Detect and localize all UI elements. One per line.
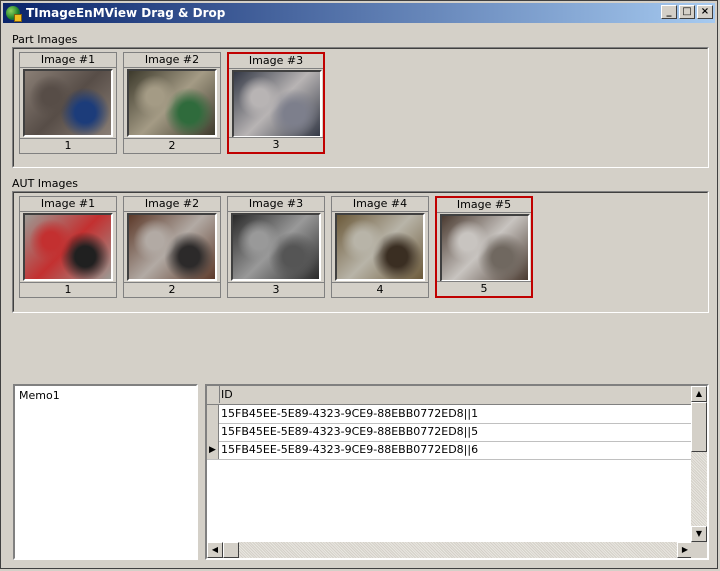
thumbnail-number: 1 (20, 138, 116, 153)
thumbnail-number: 3 (229, 137, 323, 152)
grid-corner (207, 386, 220, 403)
memo-text: Memo1 (19, 389, 60, 402)
thumbnail-caption: Image #2 (124, 53, 220, 68)
grid-horizontal-scrollbar[interactable]: ◀ ▶ (207, 542, 693, 558)
title-bar[interactable]: TImageEnMView Drag & Drop _ □ × (3, 3, 715, 23)
table-cell-id[interactable]: 15FB45EE-5E89-4323-9CE9-88EBB0772ED8||6 (221, 443, 478, 456)
thumbnail-caption: Image #5 (437, 198, 531, 213)
table-row[interactable]: ▶ 15FB45EE-5E89-4323-9CE9-88EBB0772ED8||6 (207, 441, 693, 460)
thumbnail-caption: Image #2 (124, 197, 220, 212)
memo-box[interactable]: Memo1 (13, 384, 198, 560)
thumbnail-image[interactable] (231, 213, 321, 281)
grid-header: ID (207, 386, 693, 405)
aut-images-view[interactable]: Image #1 1 Image #2 2 Image #3 3 Image #4 4 Imag… (12, 191, 709, 313)
thumbnail-number: 2 (124, 138, 220, 153)
table-row[interactable]: 15FB45EE-5E89-4323-9CE9-88EBB0772ED8||1 (207, 405, 693, 424)
thumbnail-number: 1 (20, 282, 116, 297)
vertical-scroll-thumb[interactable] (691, 402, 707, 452)
row-indicator[interactable] (207, 405, 219, 423)
id-grid[interactable]: ID 15FB45EE-5E89-4323-9CE9-88EBB0772ED8|… (205, 384, 709, 560)
app-icon[interactable] (6, 6, 22, 22)
part-images-view[interactable]: Image #1 1 Image #2 2 Image #3 3 (12, 47, 709, 168)
thumbnail-2[interactable]: Image #2 2 (123, 52, 221, 154)
main-window: TImageEnMView Drag & Drop _ □ × Part Ima… (0, 0, 718, 569)
scroll-down-icon[interactable]: ▼ (691, 526, 707, 542)
table-cell-id[interactable]: 15FB45EE-5E89-4323-9CE9-88EBB0772ED8||1 (221, 407, 478, 420)
part-images-label: Part Images (12, 33, 78, 46)
grid-column-id[interactable]: ID (221, 388, 233, 401)
scroll-left-icon[interactable]: ◀ (207, 542, 223, 558)
thumbnail-number: 3 (228, 282, 324, 297)
grid-vertical-scrollbar[interactable]: ▲ ▼ (691, 386, 707, 542)
thumbnail-number: 2 (124, 282, 220, 297)
scrollbar-corner (691, 542, 707, 558)
thumbnail-caption: Image #4 (332, 197, 428, 212)
table-row[interactable]: 15FB45EE-5E89-4323-9CE9-88EBB0772ED8||5 (207, 423, 693, 442)
thumbnail-3[interactable]: Image #3 3 (227, 52, 325, 154)
thumbnail-caption: Image #1 (20, 53, 116, 68)
thumbnail-image[interactable] (335, 213, 425, 281)
window-title: TImageEnMView Drag & Drop (26, 6, 226, 20)
thumbnail-number: 5 (437, 281, 531, 296)
current-row-indicator-icon[interactable]: ▶ (207, 441, 219, 459)
table-cell-id[interactable]: 15FB45EE-5E89-4323-9CE9-88EBB0772ED8||5 (221, 425, 478, 438)
thumbnail-1[interactable]: Image #1 1 (19, 52, 117, 154)
minimize-button[interactable]: _ (661, 5, 677, 19)
scroll-up-icon[interactable]: ▲ (691, 386, 707, 402)
maximize-button[interactable]: □ (679, 5, 695, 19)
thumbnail-caption: Image #1 (20, 197, 116, 212)
thumbnail-caption: Image #3 (229, 54, 323, 69)
thumbnail-image[interactable] (23, 213, 113, 281)
horizontal-scroll-thumb[interactable] (223, 542, 239, 558)
thumbnail-number: 4 (332, 282, 428, 297)
thumbnail-caption: Image #3 (228, 197, 324, 212)
close-button[interactable]: × (697, 5, 713, 19)
thumbnail-image[interactable] (127, 213, 217, 281)
row-indicator[interactable] (207, 423, 219, 441)
thumbnail-image[interactable] (440, 214, 530, 282)
thumbnail-image[interactable] (232, 70, 322, 138)
aut-images-label: AUT Images (12, 177, 78, 190)
thumbnail-5[interactable]: Image #5 5 (435, 196, 533, 298)
thumbnail-1[interactable]: Image #1 1 (19, 196, 117, 298)
thumbnail-4[interactable]: Image #4 4 (331, 196, 429, 298)
thumbnail-2[interactable]: Image #2 2 (123, 196, 221, 298)
thumbnail-3[interactable]: Image #3 3 (227, 196, 325, 298)
thumbnail-image[interactable] (23, 69, 113, 137)
thumbnail-image[interactable] (127, 69, 217, 137)
